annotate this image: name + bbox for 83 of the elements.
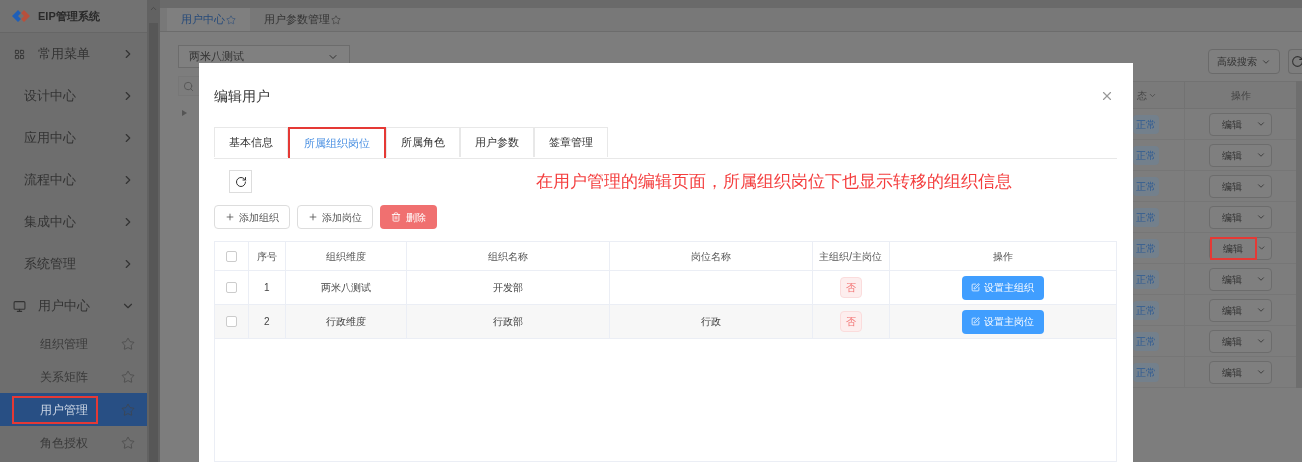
- dialog-title: 编辑用户: [214, 86, 271, 106]
- edit-dropdown-button[interactable]: 编辑: [1209, 298, 1272, 322]
- advanced-search-button[interactable]: 高级搜索: [1208, 49, 1280, 74]
- edit-label[interactable]: 编辑: [1210, 143, 1254, 167]
- star-icon[interactable]: [121, 369, 135, 384]
- column-header: 组织维度: [285, 242, 407, 270]
- edit-dropdown-button[interactable]: 编辑: [1209, 143, 1272, 167]
- add-button[interactable]: 添加岗位: [297, 205, 373, 229]
- caret-icon: [1256, 305, 1266, 315]
- dialog-tab[interactable]: 用户参数: [460, 127, 534, 157]
- plus-icon: [225, 212, 235, 222]
- edit-dropdown-button[interactable]: 编辑: [1209, 329, 1272, 353]
- edit-label[interactable]: 编辑: [1210, 360, 1254, 384]
- edit-dropdown-button[interactable]: 编辑: [1209, 112, 1272, 136]
- grid-icon: [14, 48, 25, 60]
- checkbox[interactable]: [225, 250, 237, 262]
- edit-label[interactable]: 编辑: [1210, 236, 1257, 260]
- set-main-button[interactable]: 设置主岗位: [961, 309, 1044, 334]
- edit-icon: [971, 317, 981, 326]
- refresh-icon: [1291, 55, 1302, 68]
- column-header: 序号: [248, 242, 286, 270]
- caret-icon: [1256, 336, 1266, 346]
- no-tag: 否: [839, 311, 862, 332]
- edit-label[interactable]: 编辑: [1210, 329, 1254, 353]
- add-button[interactable]: 添加组织: [214, 205, 290, 229]
- table-cell-text: 行政: [700, 315, 721, 329]
- edit-dropdown-button[interactable]: 编辑: [1209, 174, 1272, 198]
- star-icon[interactable]: [121, 402, 135, 417]
- edit-dropdown-button[interactable]: 编辑: [1209, 267, 1272, 291]
- caret-icon: [1256, 367, 1266, 377]
- delete-button[interactable]: 删除: [380, 205, 437, 229]
- edit-icon: [971, 283, 981, 292]
- refresh-icon: [234, 175, 247, 188]
- caret-icon: [1256, 212, 1266, 222]
- trash-icon: [391, 212, 401, 222]
- edit-dropdown-button[interactable]: 编辑: [1209, 360, 1272, 384]
- star-icon[interactable]: [121, 435, 135, 450]
- edit-dropdown-button[interactable]: 编辑: [1209, 236, 1272, 260]
- edit-label[interactable]: 编辑: [1210, 205, 1254, 229]
- edit-label[interactable]: 编辑: [1210, 298, 1254, 322]
- table-cell-text: 1: [264, 281, 270, 295]
- column-header: 主组织/主岗位: [812, 242, 890, 270]
- caret-icon: [1256, 119, 1266, 129]
- expand-triangle-icon: [182, 110, 187, 116]
- star-icon: [226, 14, 236, 25]
- edit-label[interactable]: 编辑: [1210, 112, 1254, 136]
- table-cell-text: 两米八测试: [320, 281, 371, 295]
- column-header: 操作: [991, 249, 1014, 264]
- caret-icon: [1256, 181, 1266, 191]
- menu-label: 用户管理: [12, 395, 98, 424]
- sidebar-item[interactable]: 常用菜单: [0, 33, 147, 75]
- dialog-tab[interactable]: 签章管理: [534, 127, 608, 157]
- checkbox[interactable]: [225, 316, 237, 327]
- logo-icon: [12, 10, 30, 22]
- edit-dropdown-button[interactable]: 编辑: [1209, 205, 1272, 229]
- sidebar-subitem[interactable]: 用户管理: [0, 393, 147, 426]
- caret-icon: [1256, 274, 1266, 284]
- column-header: 岗位名称: [610, 242, 813, 270]
- star-icon: [331, 14, 341, 25]
- page-tab[interactable]: 用户参数管理: [250, 8, 355, 31]
- page-tab[interactable]: 用户中心: [167, 8, 250, 31]
- dialog-tab[interactable]: 所属角色: [386, 127, 460, 157]
- dialog-tab[interactable]: 所属组织岗位: [288, 127, 386, 158]
- set-main-button[interactable]: 设置主组织: [961, 275, 1044, 300]
- logo-text: EIP管理系统: [38, 8, 100, 24]
- search-icon: [183, 80, 194, 92]
- checkbox[interactable]: [225, 282, 237, 293]
- caret-icon: [1256, 243, 1266, 253]
- edit-label[interactable]: 编辑: [1210, 174, 1254, 198]
- edit-label[interactable]: 编辑: [1210, 267, 1254, 291]
- table-cell-text: 2: [264, 315, 270, 329]
- table-cell-text: 行政部: [492, 315, 523, 329]
- star-icon[interactable]: [121, 336, 135, 351]
- plus-icon: [308, 212, 318, 222]
- caret-icon: [1256, 150, 1266, 160]
- table-cell-text: 开发部: [492, 281, 523, 295]
- column-header: 组织名称: [406, 242, 611, 270]
- monitor-icon: [13, 299, 26, 313]
- close-icon[interactable]: [1100, 89, 1114, 103]
- dialog-tab[interactable]: 基本信息: [214, 127, 288, 157]
- annotation-text: 在用户管理的编辑页面，所属组织岗位下也显示转移的组织信息: [536, 170, 1012, 193]
- no-tag: 否: [839, 277, 862, 298]
- table-cell-text: 行政维度: [325, 315, 366, 329]
